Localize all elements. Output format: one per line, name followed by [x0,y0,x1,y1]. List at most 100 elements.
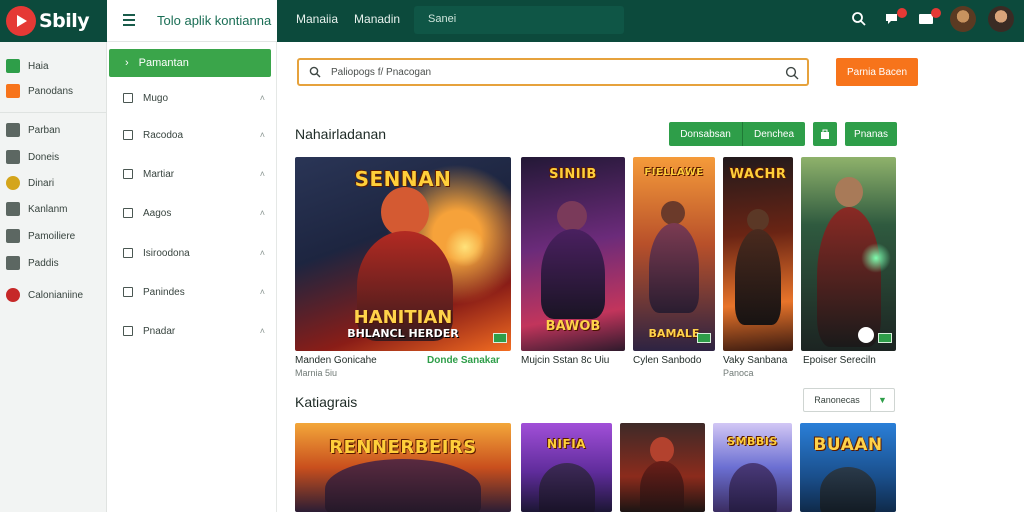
doc-icon [123,287,133,297]
game-meta: Marnia 5iu [295,368,338,378]
category-item[interactable]: Mugo ˄ [123,89,265,107]
category-item[interactable]: Pnadar ˄ [123,322,265,340]
logo[interactable]: Sbily [6,5,90,37]
category-item[interactable]: Isiroodona ˄ [123,244,265,262]
bag-icon[interactable] [813,122,837,146]
topnav-item[interactable]: Manaiia [296,12,338,26]
menu-icon[interactable] [123,14,135,26]
tag-icon [878,333,892,343]
sort-label: Ranonecas [814,395,860,405]
section-title: Katiagrais [295,394,358,410]
bookmark-icon [6,84,20,98]
sidebar-item[interactable]: Panodans [6,82,73,100]
tag-icon [493,333,507,343]
search-button[interactable]: Parnia Bacen [836,58,918,86]
game-title[interactable]: Donde Sanakar [427,355,500,366]
character-body [640,461,684,512]
action-button[interactable]: Pnanas [845,122,897,146]
game-card[interactable]: NIFIA [521,423,612,512]
game-card[interactable]: SMBBIS [713,423,792,512]
chevron-up-icon: ˄ [259,326,265,336]
chevron-up-icon: ˄ [259,248,265,258]
game-card[interactable] [620,423,705,512]
game-card[interactable]: BUAAN [800,423,896,512]
category-item-active[interactable]: › Pamantan [109,49,271,77]
app-header: Tolo aplik kontianna [107,0,277,42]
category-sidebar: › Pamantan Mugo ˄ Racodoa ˄ Martiar ˄ Aa… [107,42,277,512]
game-card[interactable]: FIELLAWE BAMALE [633,157,715,351]
chevron-right-icon: › [125,57,129,69]
avatar[interactable] [988,6,1014,32]
character-head [650,437,674,463]
game-title[interactable]: Mujcin Sstan 8c Uiu [521,355,609,366]
search-icon [309,66,321,78]
home-icon [6,59,20,73]
sidebar-item[interactable]: Parban [6,121,60,139]
section-actions: Donsabsan Denchea Pnanas [669,122,897,146]
character-body [817,207,881,347]
category-item[interactable]: Racodoa ˄ [123,126,265,144]
sidebar-item[interactable]: Haia [6,57,49,75]
game-title[interactable]: Cylen Sanbodo [633,355,701,366]
record-icon [6,288,20,302]
card-subtitle: HANITIAN [353,307,453,328]
main-content: Paliopogs f/ Pnacogan Parnia Bacen Nahai… [277,42,1024,512]
game-card[interactable]: SINIIB BAWOB [521,157,625,351]
sidebar-item[interactable]: Doneis [6,148,59,166]
divider [0,112,106,113]
list-icon [123,130,133,140]
character-group [729,463,777,512]
sidebar-item[interactable]: Dinari [6,174,54,192]
sidebar-item[interactable]: Kanlanm [6,200,67,218]
window-icon [123,248,133,258]
card-title: SINIIB [549,167,597,182]
app-title: Tolo aplik kontianna [157,13,272,28]
category-item[interactable]: Aagos ˄ [123,204,265,222]
game-card[interactable]: RENNERBEIRS [295,423,511,512]
notification-badge [931,8,941,18]
split-button: Donsabsan Denchea [669,122,805,146]
package-icon [6,150,20,164]
chevron-up-icon: ˄ [259,130,265,140]
section-title: Nahairladanan [295,126,387,142]
logo-text: Sbily [39,10,90,32]
search-icon[interactable] [785,66,799,80]
card-title: NIFIA [547,437,586,451]
card-title: SENNAN [354,167,452,191]
sidebar-item[interactable]: Calonianiine [6,286,83,304]
topnav-item[interactable]: Manadin [354,12,400,26]
filter-button[interactable]: Donsabsan [669,122,743,146]
game-title[interactable]: Vaky Sanbana [723,355,787,366]
chat-icon[interactable] [882,8,907,30]
search-input[interactable]: Paliopogs f/ Pnacogan [297,58,809,86]
box-icon [123,208,133,218]
sort-select[interactable]: Ranonecas ▼ [803,388,895,412]
chevron-up-icon: ˄ [259,93,265,103]
character-group [325,459,481,512]
top-actions [848,6,1014,32]
tag-icon [123,169,133,179]
game-title[interactable]: Epoiser Sereciln [803,355,876,366]
game-card[interactable]: WACHR [723,157,793,351]
card-subtitle: BAWOB [545,319,601,334]
character-head [557,201,587,231]
card-title: SMBBIS [727,435,778,448]
filter-button[interactable]: Denchea [743,122,805,146]
message-icon[interactable] [916,8,941,30]
play-logo-icon [6,6,36,36]
game-card[interactable]: SENNAN HANITIAN BHLANCL HERDER [295,157,511,351]
character-head [835,177,863,207]
category-item[interactable]: Martiar ˄ [123,165,265,183]
top-search-input[interactable]: Sanei [414,6,624,34]
glow [861,243,891,273]
avatar[interactable] [950,6,976,32]
game-card[interactable] [801,157,896,351]
chevron-up-icon: ˄ [259,169,265,179]
sidebar-item[interactable]: Paddis [6,254,59,272]
play-icon[interactable] [858,327,874,343]
card-title: RENNERBEIRS [329,437,477,458]
search-icon[interactable] [848,8,870,30]
sidebar-item[interactable]: Pamoiliere [6,227,75,245]
category-item[interactable]: Panindes ˄ [123,283,265,301]
game-title[interactable]: Manden Gonicahe [295,355,377,366]
